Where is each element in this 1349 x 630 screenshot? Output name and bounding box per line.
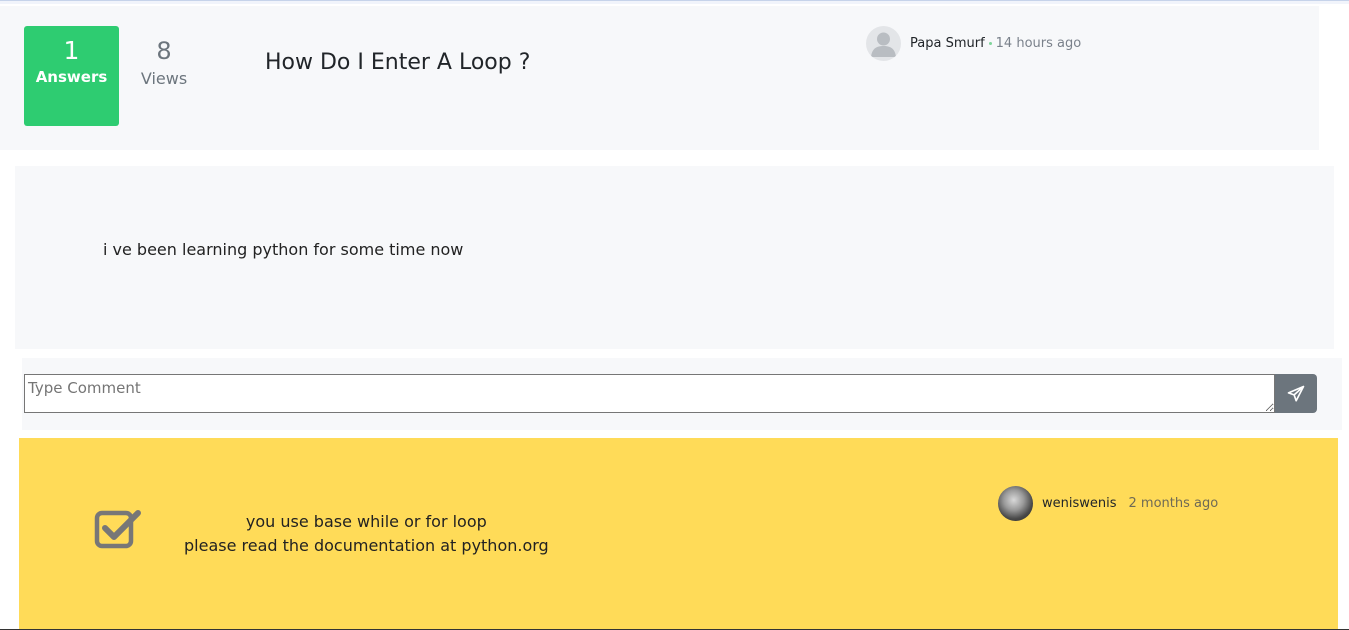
question-body-text: i ve been learning python for some time … — [103, 240, 464, 259]
views-count-box: 8 Views — [124, 26, 204, 126]
default-avatar-icon[interactable] — [866, 25, 901, 61]
answers-count: 1 — [63, 36, 80, 65]
browser-top-border — [0, 0, 1349, 4]
answer-line-2: please read the documentation at python.… — [184, 536, 549, 555]
send-comment-button[interactable] — [1275, 374, 1317, 413]
separator-dot — [988, 41, 992, 45]
comment-bar — [22, 358, 1342, 430]
question-header: 1 Answers 8 Views How Do I Enter A Loop … — [0, 6, 1319, 150]
question-author-name[interactable]: Papa Smurf — [910, 36, 985, 51]
answer-text: you use base while or for loop please re… — [184, 510, 549, 558]
user-avatar[interactable] — [998, 485, 1033, 521]
answer-author: weniswenis 2 months ago — [998, 485, 1219, 521]
answer-line-1: you use base while or for loop — [245, 512, 487, 531]
check-square-icon[interactable] — [94, 508, 144, 550]
question-timestamp: 14 hours ago — [995, 35, 1082, 51]
question-body: i ve been learning python for some time … — [15, 166, 1334, 349]
paper-plane-icon — [1287, 385, 1305, 402]
answers-count-box: 1 Answers — [24, 26, 119, 126]
views-count: 8 — [156, 37, 172, 65]
answers-label: Answers — [35, 68, 108, 86]
question-author: Papa Smurf 14 hours ago — [866, 25, 1082, 61]
question-title: How Do I Enter A Loop ? — [265, 50, 531, 75]
comment-input[interactable] — [24, 374, 1275, 413]
answer-card: you use base while or for loop please re… — [19, 438, 1338, 630]
answer-author-name[interactable]: weniswenis — [1042, 496, 1117, 511]
answer-timestamp: 2 months ago — [1128, 495, 1219, 511]
views-label: Views — [140, 69, 188, 88]
